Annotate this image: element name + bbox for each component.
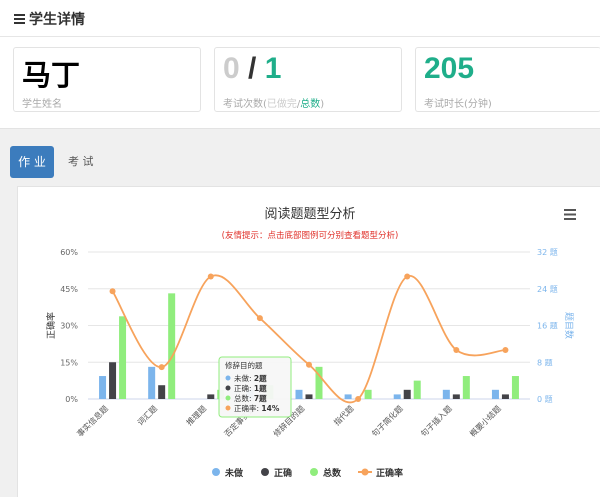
bar-1 <box>305 394 313 399</box>
tooltip-marker <box>225 385 231 391</box>
x-tick-label: 词汇题 <box>136 404 159 427</box>
accuracy-point <box>158 364 165 371</box>
x-tick-label: 概要小结题 <box>468 403 503 438</box>
bar-1 <box>501 394 509 399</box>
accuracy-point <box>355 396 362 402</box>
y-left-tick-label: 0% <box>65 395 78 404</box>
bar-0 <box>491 389 499 399</box>
chart-title: 阅读题题型分析 <box>264 207 355 222</box>
accuracy-point <box>256 315 263 322</box>
bar-0 <box>393 394 401 399</box>
tooltip-row: 正确: 1题 <box>234 383 267 393</box>
y-right-tick-label: 0 题 <box>537 395 553 404</box>
bar-1 <box>158 385 166 399</box>
accuracy-point <box>453 347 460 353</box>
accuracy-point <box>404 273 411 280</box>
bar-2 <box>168 293 176 399</box>
y-left-tick-label: 15% <box>60 358 78 367</box>
legend-symbol <box>310 468 318 476</box>
y-right-axis-title: 题目数 <box>563 312 575 339</box>
bar-0 <box>99 376 107 399</box>
tooltip-marker <box>225 395 231 401</box>
bar-0 <box>295 389 303 399</box>
legend-label: 正确率 <box>376 467 403 479</box>
bar-2 <box>364 389 372 399</box>
legend-symbol <box>212 468 220 476</box>
y-right-tick-label: 24 题 <box>537 285 558 294</box>
y-left-tick-label: 60% <box>60 248 78 257</box>
tooltip-row: 总数: 7题 <box>234 393 267 403</box>
y-right-tick-label: 8 题 <box>537 358 553 367</box>
bar-1 <box>207 394 215 399</box>
x-tick-label: 指代题 <box>331 403 355 427</box>
y-left-axis-title: 正确率 <box>45 312 57 339</box>
tooltip-row: 正确率: 14% <box>234 403 280 413</box>
bar-1 <box>403 389 411 399</box>
x-tick-label: 推理题 <box>184 403 208 427</box>
bar-2 <box>462 376 470 399</box>
bar-2 <box>119 316 127 399</box>
bar-0 <box>442 389 450 399</box>
bar-2 <box>413 380 421 399</box>
tooltip-title: 修辞目的题 <box>225 360 263 370</box>
bar-1 <box>452 394 460 399</box>
bar-1 <box>109 362 117 399</box>
y-left-tick-label: 30% <box>60 322 78 331</box>
accuracy-point <box>207 273 214 280</box>
y-right-tick-label: 16 题 <box>537 322 558 331</box>
bar-2 <box>511 376 519 399</box>
tooltip-marker <box>225 375 231 381</box>
chart-svg: 阅读题题型分析 (友情提示：点击底部图例可分别查看题型分析) 0% 15% 30% 4… <box>45 207 575 479</box>
bar-0 <box>148 366 156 399</box>
legend-label: 正确 <box>274 467 292 479</box>
tooltip-row: 未做: 2题 <box>234 373 267 383</box>
legend-symbol <box>361 468 369 476</box>
x-tick-label: 句子简化题 <box>369 403 404 438</box>
x-tick-label: 事实信息题 <box>75 403 110 438</box>
y-left-tick-label: 45% <box>60 285 78 294</box>
accuracy-point <box>109 288 116 295</box>
legend-symbol <box>261 468 269 476</box>
accuracy-point <box>306 361 312 368</box>
x-tick-label: 句子插入题 <box>418 403 453 438</box>
legend-label: 未做 <box>224 467 244 479</box>
accuracy-point <box>502 347 509 353</box>
tooltip-marker <box>225 405 231 411</box>
chart-subtitle: (友情提示：点击底部图例可分别查看题型分析) <box>222 230 399 241</box>
legend-label: 总数 <box>323 467 342 479</box>
bar-0 <box>344 394 352 399</box>
y-right-tick-label: 32 题 <box>537 248 558 257</box>
